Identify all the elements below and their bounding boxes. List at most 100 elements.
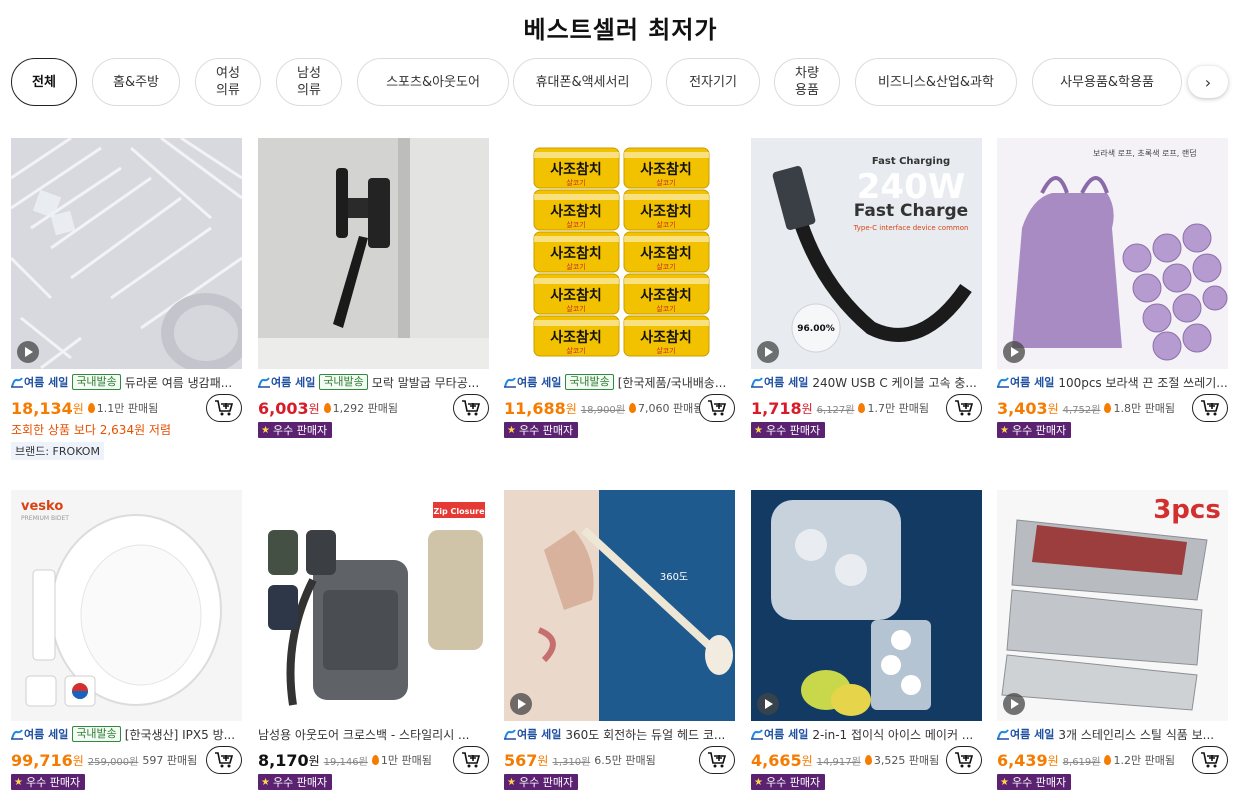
- product-name[interactable]: 모락 말발굽 무타공...: [372, 374, 479, 391]
- video-play-icon[interactable]: [757, 341, 779, 363]
- category-electronics[interactable]: 전자기기: [666, 58, 760, 106]
- product-title-line: 남성용 아웃도어 크로스백 - 스타일리시 ...: [258, 725, 489, 743]
- product-price: 11,688: [504, 398, 566, 418]
- wave-icon: [751, 728, 763, 740]
- svg-text:살코기: 살코기: [566, 304, 585, 313]
- video-play-icon[interactable]: [1003, 693, 1025, 715]
- svg-text:사조참치: 사조참치: [550, 288, 602, 304]
- svg-text:사조참치: 사조참치: [550, 162, 602, 178]
- currency-unit: 원: [308, 401, 320, 416]
- currency-unit: 원: [537, 753, 549, 768]
- category-sports[interactable]: 스포츠&아웃도어: [357, 58, 509, 106]
- sold-count: 597 판매됨: [142, 754, 198, 767]
- product-name[interactable]: 100pcs 보라색 끈 조절 쓰레기...: [1058, 374, 1227, 391]
- add-to-cart-button[interactable]: [206, 394, 242, 422]
- product-title-line: 여름 세일 국내발송 [한국제품/국내배송...: [504, 373, 735, 391]
- svg-text:vesko: vesko: [21, 499, 63, 514]
- summer-sale-label: 여름 세일: [24, 376, 69, 389]
- wave-icon: [11, 376, 23, 388]
- product-image-wrapper[interactable]: 사조참치 살코기 사조참치 살코기 사조참치 살코기 사조참치 살코기 사조참치 살코기 사조참치 살…: [504, 138, 735, 369]
- svg-text:Fast Charge: Fast Charge: [854, 201, 968, 221]
- summer-sale-label: 여름 세일: [764, 376, 809, 389]
- product-name[interactable]: 2-in-1 접이식 아이스 메이커 ...: [812, 726, 973, 743]
- original-price: 6,127원: [816, 404, 855, 416]
- svg-text:살코기: 살코기: [656, 304, 675, 313]
- product-title-line: 여름 세일 국내발송 모락 말발굽 무타공...: [258, 373, 489, 391]
- currency-unit: 원: [1047, 401, 1059, 416]
- add-to-cart-button[interactable]: [206, 746, 242, 774]
- summer-sale-label: 여름 세일: [1010, 728, 1055, 741]
- product-name[interactable]: 듀라론 여름 냉감패...: [125, 374, 232, 391]
- product-image: Zip Closure: [258, 490, 489, 721]
- original-price: 1,310원: [552, 756, 591, 768]
- top-seller-badge: ★ 우수 판매자: [751, 774, 826, 790]
- top-seller-label: 우수 판매자: [1011, 424, 1067, 437]
- sold-count: 1,292 판매됨: [332, 402, 399, 415]
- sold-count: 1.1만 판매됨: [96, 402, 159, 415]
- video-play-icon[interactable]: [757, 693, 779, 715]
- category-car[interactable]: 차량 용품: [774, 58, 840, 106]
- brand-tag[interactable]: 브랜드: FROKOM: [11, 442, 104, 460]
- add-to-cart-button[interactable]: [453, 746, 489, 774]
- svg-text:Type-C interface device common: Type-C interface device common: [853, 224, 969, 232]
- product-image-wrapper[interactable]: [258, 138, 489, 369]
- video-play-icon[interactable]: [1003, 341, 1025, 363]
- video-play-icon[interactable]: [510, 693, 532, 715]
- svg-text:사조참치: 사조참치: [550, 330, 602, 346]
- price-comparison-text: 조회한 상품 보다 2,634원 저렴: [11, 423, 172, 437]
- product-image-wrapper[interactable]: 360도: [504, 490, 735, 721]
- svg-text:96.00%: 96.00%: [797, 324, 835, 334]
- category-business[interactable]: 비즈니스&산업&과학: [855, 58, 1017, 106]
- product-image: 보라색 로프, 초록색 로프, 랜덤: [997, 138, 1228, 369]
- product-name[interactable]: 남성용 아웃도어 크로스백 - 스타일리시 ...: [258, 726, 470, 743]
- currency-unit: 원: [72, 401, 84, 416]
- product-image-wrapper[interactable]: Zip Closure: [258, 490, 489, 721]
- product-name[interactable]: [한국생산] IPX5 방...: [125, 726, 235, 743]
- category-home-kitchen[interactable]: 홈&주방: [92, 58, 180, 106]
- original-price: 4,752원: [1062, 404, 1101, 416]
- category-women[interactable]: 여성 의류: [195, 58, 261, 106]
- product-name[interactable]: 3개 스테인리스 스틸 식품 보...: [1058, 726, 1214, 743]
- wave-icon: [997, 728, 1009, 740]
- category-next-button[interactable]: ›: [1188, 66, 1228, 98]
- product-title-line: 여름 세일 100pcs 보라색 끈 조절 쓰레기...: [997, 373, 1228, 391]
- add-to-cart-button[interactable]: [946, 746, 982, 774]
- add-to-cart-button[interactable]: [1192, 394, 1228, 422]
- product-image: 360도: [504, 490, 735, 721]
- product-image-wrapper[interactable]: 보라색 로프, 초록색 로프, 랜덤: [997, 138, 1228, 369]
- summer-sale-badge: 여름 세일: [997, 726, 1054, 742]
- cart-plus-icon: [708, 752, 727, 768]
- top-seller-label: 우수 판매자: [25, 776, 81, 789]
- category-all[interactable]: 전체: [11, 58, 77, 106]
- product-image-wrapper[interactable]: vesko PREMIUM BIDET: [11, 490, 242, 721]
- add-to-cart-button[interactable]: [946, 394, 982, 422]
- product-name[interactable]: [한국제품/국내배송...: [618, 374, 727, 391]
- video-play-icon[interactable]: [17, 341, 39, 363]
- product-image-wrapper[interactable]: [11, 138, 242, 369]
- category-phones[interactable]: 휴대폰&액세서리: [513, 58, 652, 106]
- svg-text:보라색 로프, 초록색 로프, 랜덤: 보라색 로프, 초록색 로프, 랜덤: [1093, 148, 1197, 158]
- product-name[interactable]: 360도 회전하는 듀얼 헤드 코...: [565, 726, 725, 743]
- svg-text:살코기: 살코기: [566, 220, 585, 229]
- product-image-wrapper[interactable]: Fast Charging 240W Fast Charge Type-C inter…: [751, 138, 982, 369]
- add-to-cart-button[interactable]: [699, 746, 735, 774]
- category-men[interactable]: 남성 의류: [276, 58, 342, 106]
- flame-icon: [323, 403, 331, 413]
- wave-icon: [997, 376, 1009, 388]
- domestic-shipping-badge: 국내발송: [565, 374, 614, 390]
- product-image-wrapper[interactable]: [751, 490, 982, 721]
- top-seller-label: 우수 판매자: [765, 776, 821, 789]
- product-name[interactable]: 240W USB C 케이블 고속 충...: [812, 374, 977, 391]
- svg-text:사조참치: 사조참치: [640, 246, 692, 262]
- summer-sale-label: 여름 세일: [764, 728, 809, 741]
- add-to-cart-button[interactable]: [699, 394, 735, 422]
- product-price: 4,665: [751, 750, 802, 770]
- original-price: 8,619원: [1062, 756, 1101, 768]
- category-office[interactable]: 사무용품&학용품: [1032, 58, 1182, 106]
- add-to-cart-button[interactable]: [1192, 746, 1228, 774]
- product-image-wrapper[interactable]: 3pcs: [997, 490, 1228, 721]
- flame-icon: [858, 403, 866, 413]
- top-seller-badge: ★ 우수 판매자: [11, 774, 86, 790]
- original-price: 259,000원: [87, 756, 139, 768]
- add-to-cart-button[interactable]: [453, 394, 489, 422]
